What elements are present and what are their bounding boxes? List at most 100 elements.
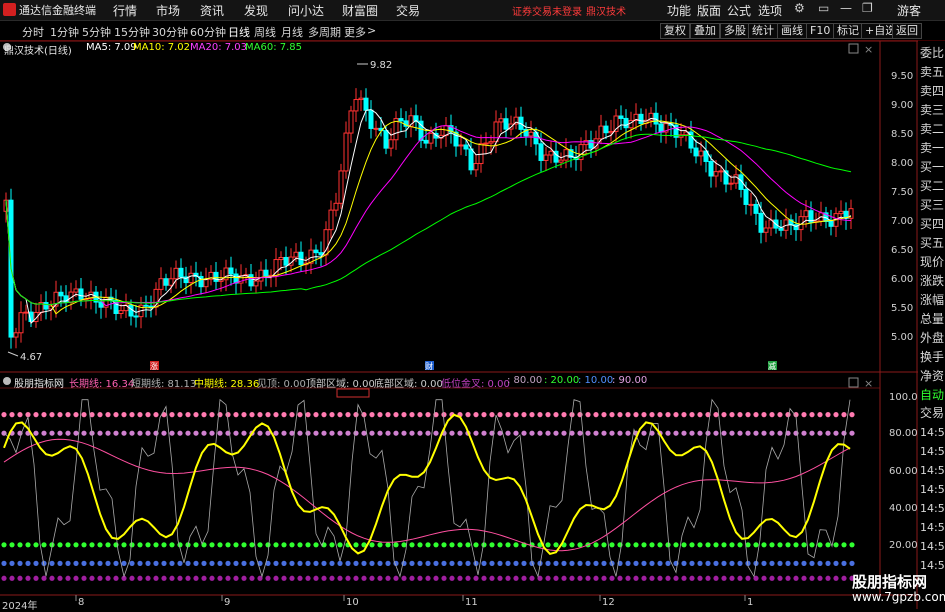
- candle: [238, 264, 244, 293]
- candle: [528, 120, 534, 147]
- candle: [398, 108, 404, 133]
- price-tick: 7.00: [891, 216, 914, 227]
- trade-time: 14:56: [920, 521, 945, 534]
- candle: [388, 128, 394, 157]
- ma10-line: [5, 120, 852, 315]
- candle: [768, 209, 774, 236]
- side-sell3[interactable]: 卖三: [920, 101, 945, 120]
- level-80-dots: [1, 430, 855, 436]
- price-tick: 5.50: [891, 303, 914, 314]
- candle: [828, 209, 834, 236]
- side-change-pct: 涨幅: [920, 293, 945, 307]
- side-netasset: 净资: [920, 369, 945, 383]
- candle: [448, 114, 454, 144]
- candle: [308, 238, 314, 275]
- candle: [283, 246, 289, 275]
- candle: [298, 241, 304, 272]
- candle: [418, 115, 424, 148]
- indicator-tick: 100.0: [889, 392, 918, 403]
- candle: [333, 192, 339, 217]
- side-sell2[interactable]: 卖二: [920, 120, 945, 139]
- chart-maximize-icon[interactable]: [848, 43, 859, 54]
- candle: [373, 120, 379, 137]
- candle: [343, 121, 349, 179]
- candle: [493, 110, 499, 154]
- candle: [208, 265, 214, 286]
- indicator-maximize-icon[interactable]: [848, 377, 859, 388]
- candle: [628, 111, 634, 139]
- candle: [473, 154, 479, 177]
- jianding-legend: 见顶: 0.00: [257, 379, 306, 390]
- candle: [468, 138, 474, 175]
- candle: [143, 295, 149, 318]
- candle: [138, 296, 144, 329]
- candle: [273, 247, 279, 287]
- v90-legend: : 90.00: [612, 375, 648, 386]
- candle: [153, 282, 159, 316]
- marker-cai[interactable]: 财: [425, 361, 433, 371]
- side-buy2[interactable]: 买二: [920, 177, 945, 196]
- candle: [838, 200, 844, 226]
- candle: [658, 115, 664, 143]
- chart-canvas[interactable]: × × 涨 财 减 9.82 4.67: [0, 0, 945, 609]
- ma5-legend: MA5: 7.09: [86, 42, 137, 53]
- side-volume: 总量: [920, 312, 945, 326]
- side-price: 现价: [920, 255, 945, 269]
- candle: [133, 304, 139, 328]
- xaxis-label: 12: [602, 597, 615, 608]
- mid-line: [3, 413, 851, 556]
- candle: [503, 107, 509, 138]
- candle: [13, 327, 19, 349]
- side-buy1[interactable]: 买一: [920, 158, 945, 177]
- candle: [778, 219, 784, 237]
- candle: [498, 113, 504, 133]
- candle: [318, 241, 324, 267]
- price-tick: 8.00: [891, 158, 914, 169]
- candle: [98, 291, 104, 319]
- candle: [763, 220, 769, 243]
- candle: [358, 90, 364, 112]
- side-buy5[interactable]: 买五: [920, 234, 945, 253]
- chart-title: 鼎汉技术(日线): [4, 46, 72, 57]
- trade-time: 14:56: [920, 464, 945, 477]
- ma60-line: [5, 133, 852, 306]
- candle: [413, 104, 419, 131]
- side-sell4[interactable]: 卖四: [920, 82, 945, 101]
- side-turnover: 换手: [920, 350, 945, 364]
- chart-close-icon[interactable]: ×: [864, 43, 873, 56]
- marker-jian[interactable]: 减: [768, 361, 776, 371]
- candle: [678, 123, 684, 147]
- indicator-gear-icon[interactable]: [3, 377, 11, 385]
- price-tick: 6.50: [891, 245, 914, 256]
- watermark-name: 股朋指标网: [852, 573, 928, 591]
- candle: [233, 268, 239, 295]
- top-zone-legend: 顶部区域: 0.00: [306, 379, 375, 390]
- candle: [833, 207, 839, 237]
- price-tick: 8.50: [891, 129, 914, 140]
- candle: [808, 201, 814, 232]
- side-weibi[interactable]: 委比: [920, 44, 945, 63]
- mid-line-legend: 中期线: 28.36: [194, 379, 260, 390]
- candle: [813, 212, 819, 230]
- tab-trade[interactable]: 交易: [920, 404, 945, 423]
- tab-auto[interactable]: 自动: [920, 386, 945, 405]
- xaxis-label: 9: [224, 597, 231, 608]
- side-buy4[interactable]: 买四: [920, 215, 945, 234]
- marker-zhang[interactable]: 涨: [150, 361, 158, 371]
- candle: [18, 301, 24, 343]
- candle: [408, 107, 414, 138]
- candle: [393, 111, 399, 150]
- candle: [423, 128, 429, 149]
- side-sell5[interactable]: 卖五: [920, 63, 945, 82]
- price-tick: 9.00: [891, 100, 914, 111]
- xaxis-label: 11: [465, 597, 478, 608]
- v80-legend: : 80.00: [507, 375, 543, 386]
- candle: [798, 209, 804, 242]
- ma60-legend: MA60: 7.85: [245, 42, 303, 53]
- candle: [313, 244, 319, 265]
- side-buy3[interactable]: 买三: [920, 196, 945, 215]
- side-sell1[interactable]: 卖一: [920, 139, 945, 158]
- candle: [613, 109, 619, 142]
- candle: [148, 295, 154, 318]
- indicator-close-icon[interactable]: ×: [864, 377, 873, 390]
